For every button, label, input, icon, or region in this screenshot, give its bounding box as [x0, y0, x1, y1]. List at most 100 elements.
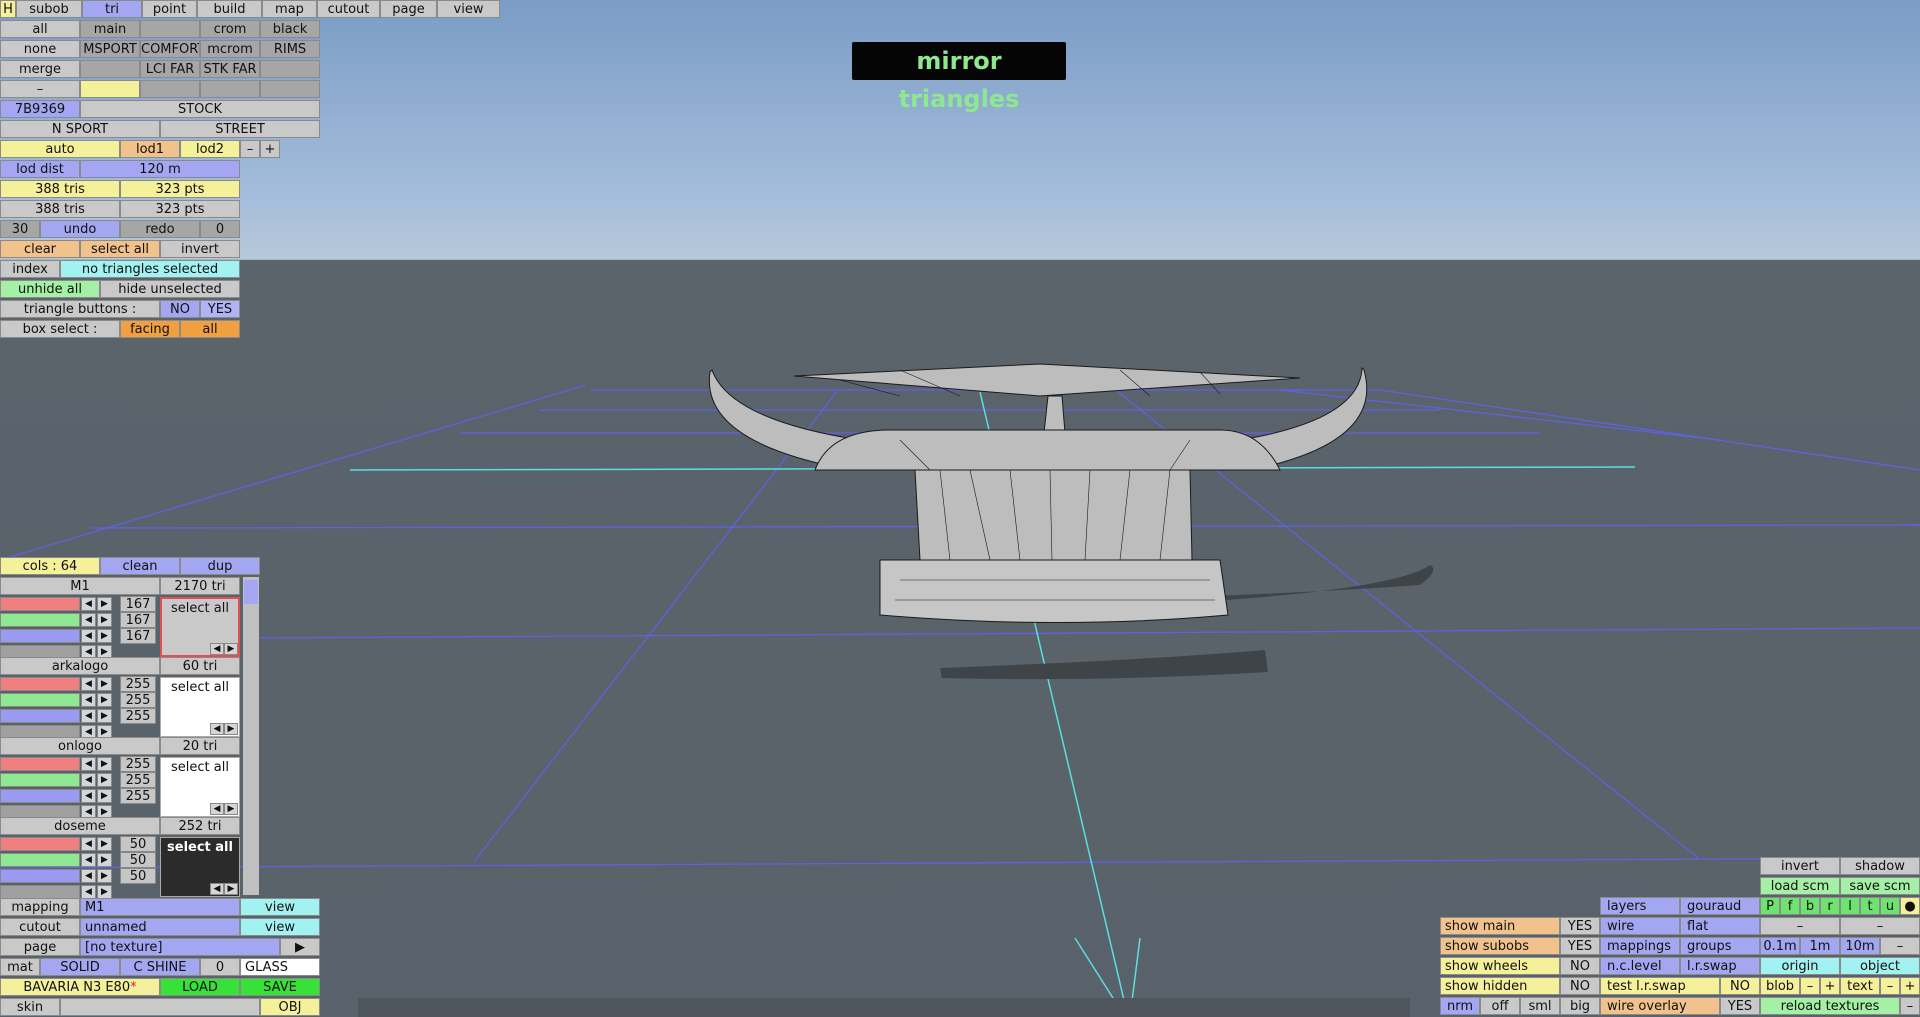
slider-left-arrow-icon[interactable]: ◀ — [81, 757, 96, 771]
view-r-button[interactable]: r — [1820, 897, 1840, 915]
page-tab[interactable]: page — [380, 0, 437, 18]
slider-right-arrow-icon[interactable]: ▶ — [97, 837, 112, 851]
test-lr-swap-label[interactable]: test l.r.swap — [1600, 977, 1720, 995]
blob-button[interactable]: blob — [1760, 977, 1800, 995]
lod-auto-button[interactable]: auto — [0, 140, 120, 158]
grid-blank-5[interactable] — [140, 80, 200, 98]
color-slider[interactable] — [0, 629, 80, 643]
show-hidden-label[interactable]: show hidden — [1440, 977, 1560, 995]
triangle-buttons-yes[interactable]: YES — [200, 300, 240, 318]
slider-left-arrow-icon[interactable]: ◀ — [81, 597, 96, 611]
show-wheels-label[interactable]: show wheels — [1440, 957, 1560, 975]
grid-blank-3[interactable] — [260, 60, 320, 78]
mat-glass-button[interactable]: GLASS — [240, 958, 320, 976]
text-button[interactable]: text — [1840, 977, 1880, 995]
color-slider[interactable] — [0, 885, 80, 899]
select-right-arrow-icon[interactable]: ▶ — [224, 803, 238, 815]
show-wheels-toggle[interactable]: NO — [1560, 957, 1600, 975]
slider-left-arrow-icon[interactable]: ◀ — [81, 773, 96, 787]
slider-left-arrow-icon[interactable]: ◀ — [81, 885, 96, 899]
slider-right-arrow-icon[interactable]: ▶ — [97, 853, 112, 867]
big-button[interactable]: big — [1560, 997, 1600, 1015]
grid-dash[interactable]: – — [0, 80, 80, 98]
material-name[interactable]: arkalogo — [0, 657, 160, 675]
h-button[interactable]: H — [0, 0, 16, 18]
nsport-button[interactable]: N SPORT — [0, 120, 160, 138]
cutout-value[interactable]: unnamed — [80, 918, 240, 936]
mat-cshine-button[interactable]: C SHINE — [120, 958, 200, 976]
index-button[interactable]: index — [0, 260, 60, 278]
grid-rims[interactable]: RIMS — [260, 40, 320, 58]
color-value[interactable]: 255 — [120, 788, 156, 804]
color-value[interactable]: 167 — [120, 612, 156, 628]
skin-field[interactable] — [60, 998, 260, 1016]
color-slider[interactable] — [0, 773, 80, 787]
materials-scroll-thumb[interactable] — [244, 580, 258, 604]
lod1-button[interactable]: lod1 — [120, 140, 180, 158]
groups-button[interactable]: groups — [1680, 937, 1760, 955]
color-value[interactable]: 255 — [120, 692, 156, 708]
reload-textures-button[interactable]: reload textures — [1760, 997, 1900, 1015]
slider-right-arrow-icon[interactable]: ▶ — [97, 693, 112, 707]
undo-button[interactable]: undo — [40, 220, 120, 238]
map-tab[interactable]: map — [262, 0, 317, 18]
color-value[interactable]: 255 — [120, 772, 156, 788]
select-left-arrow-icon[interactable]: ◀ — [210, 883, 224, 895]
blob-minus[interactable]: – — [1800, 977, 1820, 995]
color-slider[interactable] — [0, 869, 80, 883]
tri-tab[interactable]: tri — [82, 0, 142, 18]
color-value[interactable]: 255 — [120, 708, 156, 724]
origin-button[interactable]: origin — [1760, 957, 1840, 975]
hide-unselected-button[interactable]: hide unselected — [100, 280, 240, 298]
slider-left-arrow-icon[interactable]: ◀ — [81, 613, 96, 627]
slider-left-arrow-icon[interactable]: ◀ — [81, 709, 96, 723]
slider-left-arrow-icon[interactable]: ◀ — [81, 869, 96, 883]
viewport-scene[interactable] — [0, 0, 1920, 1017]
color-slider[interactable] — [0, 789, 80, 803]
shadow-button[interactable]: shadow — [1840, 857, 1920, 875]
load-scm-button[interactable]: load scm — [1760, 877, 1840, 895]
grid-10m-button[interactable]: 10m — [1840, 937, 1880, 955]
reload-minus[interactable]: – — [1900, 997, 1920, 1015]
invert-button[interactable]: invert — [160, 240, 240, 258]
save-button[interactable]: SAVE — [240, 978, 320, 996]
color-slider[interactable] — [0, 837, 80, 851]
triangle-buttons-no[interactable]: NO — [160, 300, 200, 318]
select-left-arrow-icon[interactable]: ◀ — [210, 723, 224, 735]
gouraud-button[interactable]: gouraud — [1680, 897, 1760, 915]
grid-main[interactable]: main — [80, 20, 140, 38]
lod-plus-button[interactable]: + — [260, 140, 280, 158]
show-hidden-toggle[interactable]: NO — [1560, 977, 1600, 995]
mapping-value[interactable]: M1 — [80, 898, 240, 916]
color-slider[interactable] — [0, 853, 80, 867]
color-value[interactable]: 167 — [120, 596, 156, 612]
blob-plus[interactable]: + — [1820, 977, 1840, 995]
off-button[interactable]: off — [1480, 997, 1520, 1015]
grid-none[interactable]: none — [0, 40, 80, 58]
show-subobs-toggle[interactable]: YES — [1560, 937, 1600, 955]
slider-left-arrow-icon[interactable]: ◀ — [81, 693, 96, 707]
material-name[interactable]: M1 — [0, 577, 160, 595]
grid-merge[interactable]: merge — [0, 60, 80, 78]
select-left-arrow-icon[interactable]: ◀ — [210, 803, 224, 815]
slider-right-arrow-icon[interactable]: ▶ — [97, 613, 112, 627]
show-main-toggle[interactable]: YES — [1560, 917, 1600, 935]
view-l-button[interactable]: l — [1840, 897, 1860, 915]
grid-msport[interactable]: MSPORT — [80, 40, 140, 58]
slider-right-arrow-icon[interactable]: ▶ — [97, 677, 112, 691]
lod-minus-button[interactable]: – — [240, 140, 260, 158]
grid-stk-far[interactable]: STK FAR — [200, 60, 260, 78]
material-name[interactable]: onlogo — [0, 737, 160, 755]
box-select-facing[interactable]: facing — [120, 320, 180, 338]
subob-tab[interactable]: subob — [16, 0, 82, 18]
lod-dist-value[interactable]: 120 m — [80, 160, 240, 178]
color-slider[interactable] — [0, 613, 80, 627]
mapping-view-button[interactable]: view — [240, 898, 320, 916]
select-right-arrow-icon[interactable]: ▶ — [224, 723, 238, 735]
grid-01m-button[interactable]: 0.1m — [1760, 937, 1800, 955]
grid-all[interactable]: all — [0, 20, 80, 38]
grid-blank-1[interactable] — [140, 20, 200, 38]
flat-button[interactable]: flat — [1680, 917, 1760, 935]
grid-blank-7[interactable] — [260, 80, 320, 98]
mat-shine-value[interactable]: 0 — [200, 958, 240, 976]
